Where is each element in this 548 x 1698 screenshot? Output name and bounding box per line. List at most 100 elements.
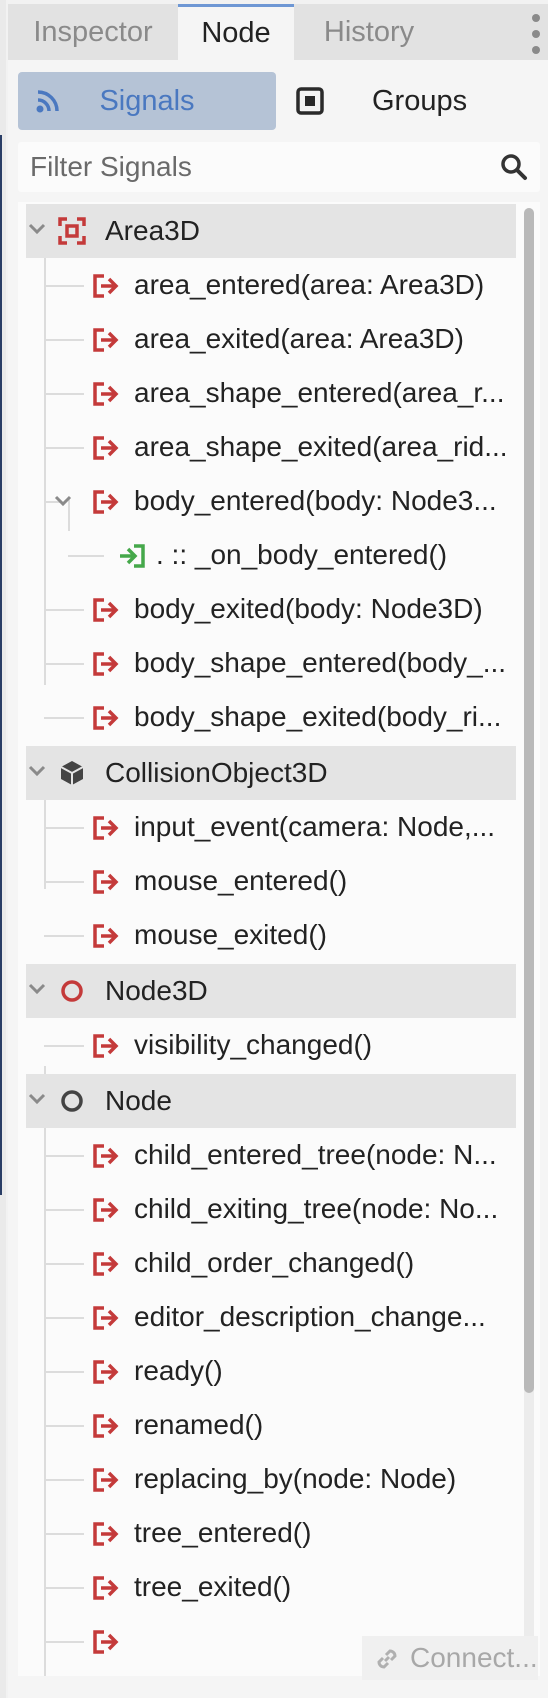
kebab-menu-icon[interactable] <box>528 14 544 54</box>
scrollbar-thumb[interactable] <box>524 208 534 1393</box>
signal-icon <box>92 1413 120 1444</box>
signal-label: child_order_changed() <box>134 1247 415 1278</box>
signal-icon <box>92 1521 120 1552</box>
signal-item[interactable]: tree_entered() <box>18 1506 518 1560</box>
signal-item[interactable]: editor_description_change... <box>18 1290 518 1344</box>
filter-signals-field <box>18 142 540 192</box>
mode-toggle: Signals Groups <box>18 72 540 130</box>
signal-item[interactable]: visibility_changed() <box>18 1018 518 1072</box>
section-class-name: Area3D <box>105 215 200 246</box>
signal-label: visibility_changed() <box>134 1029 373 1060</box>
signal-label: body_shape_exited(body_ri... <box>134 701 502 732</box>
search-icon <box>500 153 528 186</box>
signal-label: ready() <box>134 1355 223 1386</box>
signal-item[interactable]: mouse_entered() <box>18 854 518 908</box>
signal-icon <box>92 273 120 304</box>
signal-item[interactable]: area_shape_entered(area_r... <box>18 366 518 420</box>
signal-item[interactable]: area_exited(area: Area3D) <box>18 312 518 366</box>
signal-item[interactable]: area_shape_exited(area_rid... <box>18 420 518 474</box>
signal-icon <box>92 381 120 412</box>
chevron-down-icon[interactable] <box>28 982 46 1001</box>
signals-tree[interactable]: Area3D area_entered(area: Area3D) area_e… <box>18 202 540 1676</box>
signal-icon <box>92 1575 120 1606</box>
signal-icon <box>92 435 120 466</box>
section-class-name: Node3D <box>105 975 208 1006</box>
area3d-icon <box>58 217 86 250</box>
signal-icon <box>92 815 120 846</box>
tree-section-node[interactable]: Node <box>26 1074 516 1128</box>
groups-button[interactable]: Groups <box>276 72 540 130</box>
signal-item[interactable]: body_shape_entered(body_... <box>18 636 518 690</box>
signal-item[interactable]: child_order_changed() <box>18 1236 518 1290</box>
signal-label: replacing_by(node: Node) <box>134 1463 457 1494</box>
signal-label: area_entered(area: Area3D) <box>134 269 485 300</box>
signal-label: mouse_exited() <box>134 919 327 950</box>
signal-connection-item[interactable]: . :: _on_body_entered() <box>18 528 518 582</box>
signal-icon <box>92 869 120 900</box>
left-edge-line <box>0 135 2 1195</box>
signal-icon <box>92 489 120 520</box>
signal-label: area_exited(area: Area3D) <box>134 323 464 354</box>
signal-label: mouse_entered() <box>134 865 348 896</box>
signal-icon <box>92 597 120 628</box>
dock-tab-bar: Inspector Node History <box>8 4 548 60</box>
section-class-name: Node <box>105 1085 172 1116</box>
signal-label: child_entered_tree(node: N... <box>134 1139 497 1170</box>
signal-label: area_shape_exited(area_rid... <box>134 431 508 462</box>
tab-history[interactable]: History <box>294 4 444 60</box>
signal-label: body_entered(body: Node3... <box>134 485 497 516</box>
signal-item[interactable]: body_exited(body: Node3D) <box>18 582 518 636</box>
signal-icon <box>92 705 120 736</box>
collision-object3d-icon <box>58 759 86 792</box>
signal-item[interactable]: ready() <box>18 1344 518 1398</box>
signals-button-label: Signals <box>99 84 195 117</box>
tab-node[interactable]: Node <box>178 4 294 60</box>
signal-icon <box>92 1197 120 1228</box>
signal-label: body_shape_entered(body_... <box>134 647 507 678</box>
groups-icon <box>296 87 324 120</box>
signal-item-expanded[interactable]: body_entered(body: Node3... <box>18 474 518 528</box>
signal-item[interactable]: input_event(camera: Node,... <box>18 800 518 854</box>
chevron-down-icon[interactable] <box>28 1092 46 1111</box>
signal-item[interactable]: renamed() <box>18 1398 518 1452</box>
signal-item[interactable]: body_shape_exited(body_ri... <box>18 690 518 744</box>
signal-item[interactable]: replacing_by(node: Node) <box>18 1452 518 1506</box>
signals-button[interactable]: Signals <box>18 72 276 130</box>
signal-icon <box>92 1143 120 1174</box>
signal-icon <box>92 651 120 682</box>
tree-scrollbar[interactable] <box>524 208 534 1668</box>
signal-icon <box>92 1033 120 1064</box>
signal-label: tree_entered() <box>134 1517 312 1548</box>
signal-label: child_exiting_tree(node: No... <box>134 1193 499 1224</box>
signal-label: renamed() <box>134 1409 264 1440</box>
connect-button[interactable]: Connect... <box>362 1636 538 1680</box>
signal-icon <box>92 1359 120 1390</box>
signal-icon <box>92 1305 120 1336</box>
signal-label: editor_description_change... <box>134 1301 486 1332</box>
chevron-down-icon[interactable] <box>28 222 46 241</box>
signal-icon <box>92 923 120 954</box>
tree-section-area3d[interactable]: Area3D <box>26 204 516 258</box>
left-edge <box>0 0 6 1698</box>
groups-button-label: Groups <box>372 84 468 117</box>
signal-icon <box>92 1467 120 1498</box>
chevron-down-icon[interactable] <box>54 494 72 513</box>
signal-item[interactable]: area_entered(area: Area3D) <box>18 258 518 312</box>
connect-button-label: Connect... <box>410 1642 538 1673</box>
filter-signals-input[interactable] <box>18 151 478 183</box>
tree-section-collisionobject3d[interactable]: CollisionObject3D <box>26 746 516 800</box>
signal-item[interactable]: tree_exited() <box>18 1560 518 1614</box>
signal-item[interactable]: child_entered_tree(node: N... <box>18 1128 518 1182</box>
signal-label: body_exited(body: Node3D) <box>134 593 483 624</box>
chevron-down-icon[interactable] <box>28 764 46 783</box>
tab-inspector[interactable]: Inspector <box>8 4 178 60</box>
signal-item[interactable]: mouse_exited() <box>18 908 518 962</box>
dock-footer: Connect... <box>18 1620 540 1692</box>
node-dock-panel: Signals Groups Filter Signals Area3D are… <box>8 60 548 1698</box>
node-icon <box>58 1087 86 1120</box>
signal-icon <box>92 1251 120 1282</box>
signal-item[interactable]: child_exiting_tree(node: No... <box>18 1182 518 1236</box>
signal-label: area_shape_entered(area_r... <box>134 377 505 408</box>
tree-section-node3d[interactable]: Node3D <box>26 964 516 1018</box>
link-icon <box>372 1644 402 1679</box>
